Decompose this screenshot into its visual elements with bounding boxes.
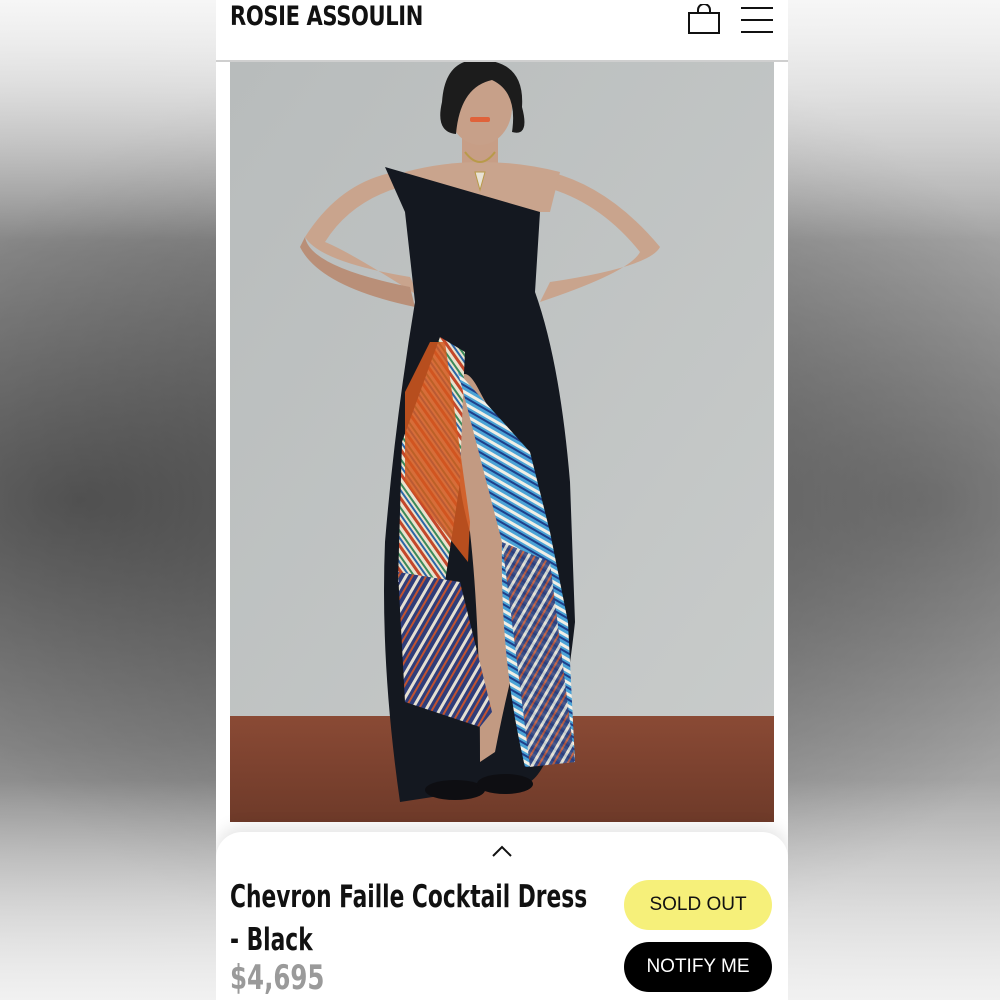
product-price: $4,695 [230, 958, 325, 998]
sold-out-button[interactable]: SOLD OUT [624, 880, 772, 930]
product-image[interactable] [230, 62, 774, 822]
site-header: ROSIE ASSOULIN [216, 0, 788, 62]
shopping-bag-icon[interactable] [688, 4, 720, 34]
brand-logo[interactable]: ROSIE ASSOULIN [230, 0, 423, 34]
product-photo-illustration [230, 62, 774, 822]
notify-me-button[interactable]: NOTIFY ME [624, 942, 772, 992]
chevron-up-icon[interactable] [491, 844, 513, 858]
mobile-page: ROSIE ASSOULIN Chevron Faille Cocktail D… [216, 0, 788, 1000]
hamburger-menu-icon[interactable] [740, 4, 774, 34]
product-title: Chevron Faille Cocktail Dress - Black [230, 879, 588, 958]
product-info-panel: Chevron Faille Cocktail Dress - Black $4… [216, 832, 788, 1000]
